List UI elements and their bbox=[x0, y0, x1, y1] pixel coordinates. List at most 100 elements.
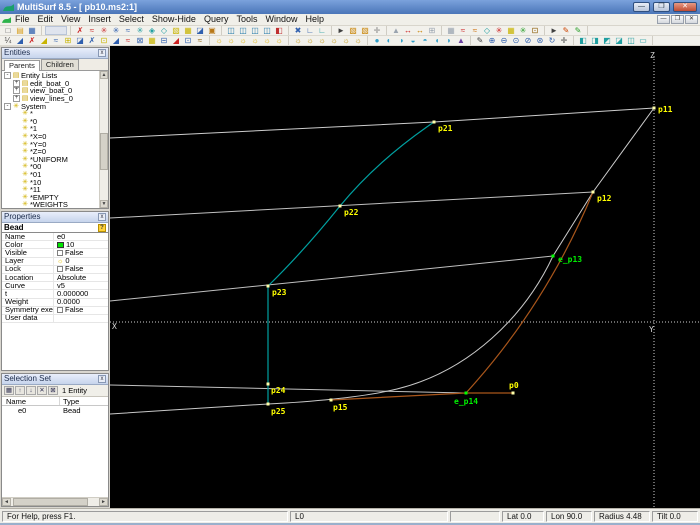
measure-4-icon[interactable]: ≈ bbox=[50, 36, 62, 45]
measure-11-icon[interactable]: ⊠ bbox=[134, 36, 146, 45]
waterline[interactable] bbox=[110, 384, 467, 394]
copy-view-5-icon[interactable]: ◫ bbox=[625, 36, 637, 45]
contours-6-icon[interactable]: ◖ bbox=[431, 36, 443, 45]
measure-7-icon[interactable]: ✗ bbox=[86, 36, 98, 45]
property-value[interactable]: e0 bbox=[54, 233, 108, 241]
checkbox-icon[interactable] bbox=[57, 307, 63, 314]
measure-5-icon[interactable]: ⊞ bbox=[62, 36, 74, 45]
digitize-pen-icon[interactable]: ✎ bbox=[474, 36, 486, 45]
show-selected-bulb-icon[interactable]: ☼ bbox=[225, 36, 237, 45]
toggle-visibility-bulb-icon[interactable]: ☼ bbox=[273, 36, 285, 45]
entity-list-tool-icon[interactable]: ▣ bbox=[206, 26, 218, 35]
stretch-x-icon[interactable]: ↔ bbox=[402, 26, 414, 35]
point-marker-p21[interactable] bbox=[432, 120, 436, 124]
property-value[interactable]: 0.000000 bbox=[54, 290, 108, 298]
edit-curve-icon[interactable]: ≈ bbox=[86, 26, 98, 35]
tree-item--y-0[interactable]: ✳ *Y=0 bbox=[2, 140, 99, 149]
corner-1-icon[interactable]: ∟ bbox=[304, 26, 316, 35]
hide-selected-bulb-icon[interactable]: ☼ bbox=[249, 36, 261, 45]
menu-file[interactable]: File bbox=[11, 14, 34, 25]
property-value[interactable]: ☼ 0 bbox=[54, 257, 108, 265]
tree-item--[interactable]: ✳ * bbox=[2, 109, 99, 118]
layer-bulb-6-icon[interactable]: ☼ bbox=[352, 36, 364, 45]
point-marker-e_p14[interactable] bbox=[464, 391, 468, 395]
remove-item-icon[interactable]: ✕ bbox=[37, 386, 47, 395]
child-restore-button[interactable]: ❐ bbox=[671, 15, 684, 24]
porcupine-icon[interactable]: ◇ bbox=[481, 26, 493, 35]
show-only-bulb-icon[interactable]: ☼ bbox=[261, 36, 273, 45]
column-type[interactable]: Type bbox=[60, 397, 108, 406]
line-tool-icon[interactable]: ✳ bbox=[110, 26, 122, 35]
zoom-in-icon[interactable]: ⊕ bbox=[486, 36, 498, 45]
point-marker-p23[interactable] bbox=[266, 284, 270, 288]
menu-query[interactable]: Query bbox=[200, 14, 233, 25]
grid-toggle-icon[interactable]: ▦ bbox=[445, 26, 457, 35]
copy-view-1-icon[interactable]: ◧ bbox=[577, 36, 589, 45]
tree-item--x-0[interactable]: ✳ *X=0 bbox=[2, 132, 99, 141]
menu-show-hide[interactable]: Show-Hide bbox=[148, 14, 200, 25]
scroll-down-icon[interactable]: ▼ bbox=[100, 200, 108, 208]
contours-4-icon[interactable]: ◒ bbox=[407, 36, 419, 45]
polyline-tool-icon[interactable]: ≈ bbox=[122, 26, 134, 35]
tree-item--weights[interactable]: ✳ *WEIGHTS bbox=[2, 200, 99, 208]
viewport[interactable]: p11 p21 p22 p23 p12 e_p13 p24 p25 p15 e_p14 p0 X Y Z bbox=[110, 46, 700, 508]
property-value[interactable]: v5 bbox=[54, 282, 108, 290]
point-marker-p0[interactable] bbox=[511, 391, 515, 395]
contours-1-icon[interactable]: ● bbox=[371, 36, 383, 45]
solid-tool-icon[interactable]: ◪ bbox=[194, 26, 206, 35]
tab-children[interactable]: Children bbox=[40, 59, 79, 70]
layer-bulb-3-icon[interactable]: ☼ bbox=[316, 36, 328, 45]
properties-close-icon[interactable]: x bbox=[98, 213, 106, 221]
bead-tool-icon[interactable]: ✳ bbox=[134, 26, 146, 35]
zoom-previous-icon[interactable]: ⊘ bbox=[522, 36, 534, 45]
point-marker-e_p13[interactable] bbox=[551, 254, 555, 258]
move-down-icon[interactable]: ↓ bbox=[26, 386, 36, 395]
ring-tool-icon[interactable]: ◇ bbox=[158, 26, 170, 35]
measure-1-icon[interactable]: ◢ bbox=[14, 36, 26, 45]
delete-entity-icon[interactable]: ✗ bbox=[74, 26, 86, 35]
measure-15-icon[interactable]: ⊡ bbox=[182, 36, 194, 45]
tree-expander-icon[interactable]: + bbox=[13, 87, 20, 95]
mesh-tool-icon[interactable]: ▦ bbox=[182, 26, 194, 35]
child-minimize-button[interactable]: — bbox=[657, 15, 670, 24]
measure-3-icon[interactable]: ◢ bbox=[38, 36, 50, 45]
pan-view-icon[interactable]: ✛ bbox=[558, 36, 570, 45]
measure-10-icon[interactable]: ≈ bbox=[122, 36, 134, 45]
hide-bulb-icon[interactable]: ☼ bbox=[237, 36, 249, 45]
point-marker-p22[interactable] bbox=[338, 204, 342, 208]
point-marker-p24[interactable] bbox=[266, 382, 270, 386]
measure-2-icon[interactable]: ✗ bbox=[26, 36, 38, 45]
close-button[interactable]: ✕ bbox=[673, 2, 697, 12]
measure-14-icon[interactable]: ◢ bbox=[170, 36, 182, 45]
menu-select[interactable]: Select bbox=[115, 14, 148, 25]
zoom-out-icon[interactable]: ⊖ bbox=[498, 36, 510, 45]
point-marker-p12[interactable] bbox=[591, 190, 595, 194]
tree-expander-icon[interactable]: - bbox=[4, 102, 11, 110]
measure-9-icon[interactable]: ◢ bbox=[110, 36, 122, 45]
layer-bulb-2-icon[interactable]: ☼ bbox=[304, 36, 316, 45]
select-all-icon[interactable]: ✛ bbox=[371, 26, 383, 35]
tree-item--01[interactable]: ✳ *01 bbox=[2, 170, 99, 179]
entities-close-icon[interactable]: x bbox=[98, 49, 106, 57]
column-name[interactable]: Name bbox=[2, 397, 60, 406]
selection-close-icon[interactable]: x bbox=[98, 375, 106, 383]
tree-item--uniform[interactable]: ✳ *UNIFORM bbox=[2, 155, 99, 164]
tree-item--00[interactable]: ✳ *00 bbox=[2, 162, 99, 171]
maximize-button[interactable]: ❐ bbox=[653, 2, 670, 12]
tab-parents[interactable]: Parents bbox=[4, 60, 40, 71]
cut-icon[interactable]: ✖ bbox=[292, 26, 304, 35]
point-marker-p11[interactable] bbox=[652, 106, 656, 110]
move-up-icon[interactable]: ↑ bbox=[15, 386, 25, 395]
sheer-line[interactable] bbox=[110, 107, 655, 139]
select-add-icon[interactable]: ▧ bbox=[347, 26, 359, 35]
selection-row[interactable]: e0 Bead bbox=[2, 406, 108, 415]
select-list-icon[interactable]: ▦ bbox=[4, 386, 14, 395]
view-window-2-icon[interactable]: ◫ bbox=[237, 26, 249, 35]
contours-3-icon[interactable]: ◑ bbox=[395, 36, 407, 45]
check-green-icon[interactable]: ✳ bbox=[517, 26, 529, 35]
snap-tool-icon[interactable]: ▲ bbox=[390, 26, 402, 35]
scroll-left-icon[interactable]: ◄ bbox=[2, 498, 11, 506]
annotate-green-icon[interactable]: ✎ bbox=[572, 26, 584, 35]
annotate-red-icon[interactable]: ✎ bbox=[560, 26, 572, 35]
view-window-1-icon[interactable]: ◫ bbox=[225, 26, 237, 35]
